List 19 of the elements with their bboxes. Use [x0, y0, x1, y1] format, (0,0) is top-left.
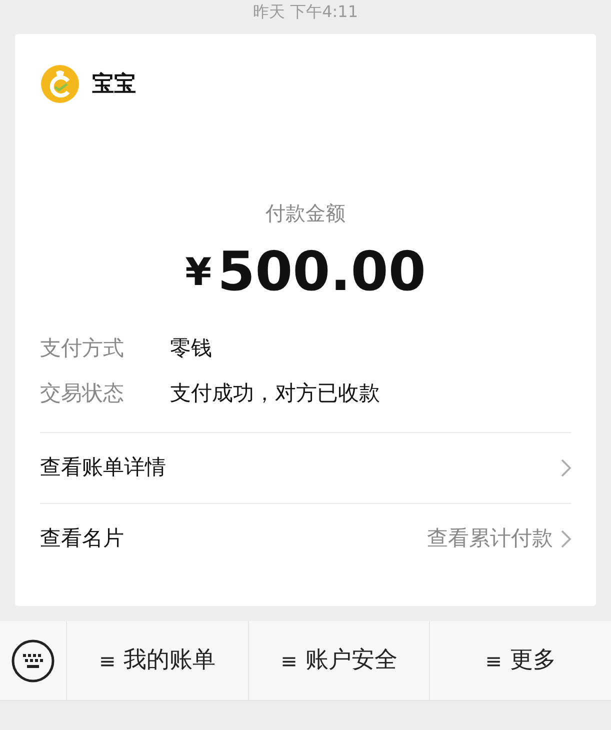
detail-label: 支付方式: [40, 334, 125, 362]
link-label[interactable]: 查看账单详情: [40, 452, 166, 484]
chevron-icon[interactable]: [561, 530, 571, 548]
money-bag-icon: [40, 64, 80, 104]
link-hint[interactable]: 查看累计付款: [427, 523, 553, 555]
amount-label: 付款金额: [264, 200, 346, 227]
keyboard-icon[interactable]: [11, 638, 55, 682]
payee-name: 宝宝: [92, 70, 136, 98]
amount: 500.00: [218, 240, 426, 305]
chevron-icon[interactable]: [561, 458, 571, 477]
detail-label: 交易状态: [40, 380, 125, 408]
menu-button[interactable]: ≡ 账户安全: [248, 620, 430, 700]
detail-value: 零钱: [170, 334, 212, 362]
currency-symbol: ¥: [185, 249, 212, 296]
detail-value: 支付成功，对方已收款: [170, 380, 380, 408]
menu-button[interactable]: ≡ 更多: [429, 620, 611, 700]
link-label[interactable]: 查看名片: [40, 523, 124, 555]
menu-button[interactable]: ≡ 我的账单: [66, 620, 248, 700]
timestamp: 昨天 下午4:11: [252, 1, 359, 23]
